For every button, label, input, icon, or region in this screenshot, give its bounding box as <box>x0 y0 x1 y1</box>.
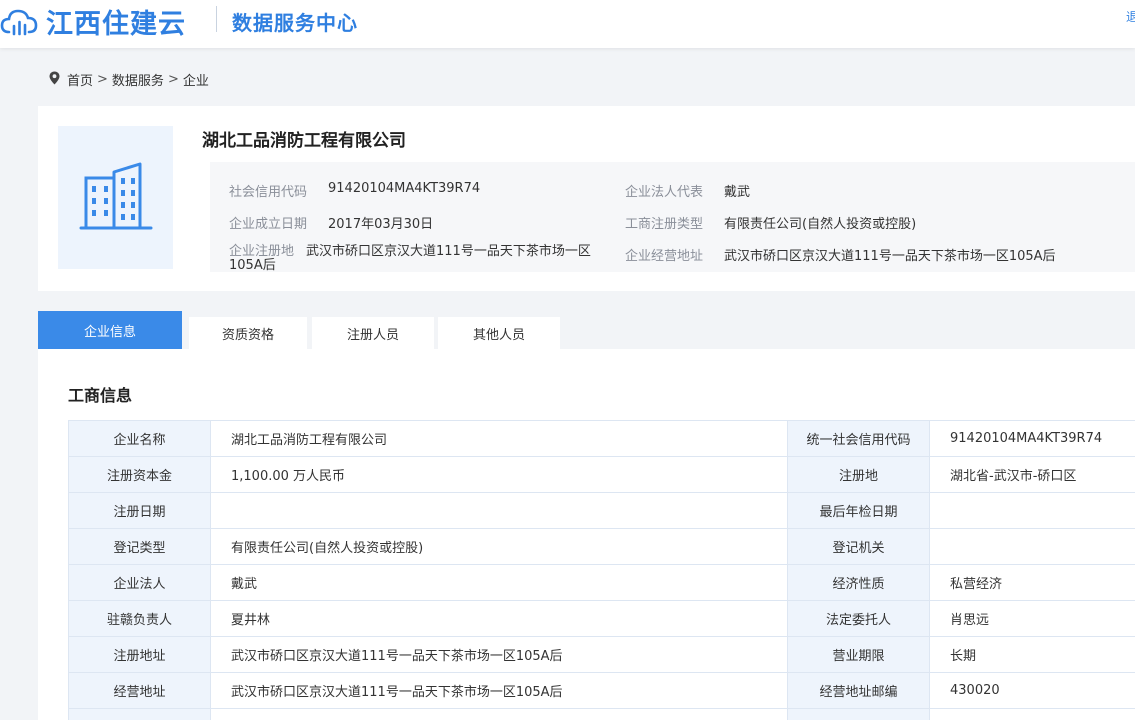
field-label: 营业期限 <box>787 636 930 673</box>
field-label: 登记类型 <box>68 528 211 565</box>
field-value <box>210 492 788 529</box>
location-pin-icon <box>49 71 60 89</box>
field-value: 1,100.00 万人民币 <box>210 456 788 493</box>
field-label <box>787 708 930 720</box>
field-label: 企业名称 <box>68 420 211 457</box>
field-label: 经营地址邮编 <box>787 672 930 709</box>
field-value: 430020 <box>929 672 1135 709</box>
breadcrumb-separator: > <box>97 72 108 87</box>
field-label: 企业法人 <box>68 564 211 601</box>
reg-type-value: 有限责任公司(自然人投资或控股) <box>724 217 917 232</box>
field-label: 注册地 <box>787 456 930 493</box>
company-summary-card: 湖北工品消防工程有限公司 社会信用代码 91420104MA4KT39R74 企… <box>38 106 1135 291</box>
field-value: 戴武 <box>210 564 788 601</box>
company-info-content: 工商信息 企业名称 湖北工品消防工程有限公司 统一社会信用代码 91420104… <box>38 349 1135 720</box>
field-value: 91420104MA4KT39R74 <box>929 420 1135 457</box>
brand-name: 江西住建云 <box>46 9 186 40</box>
breadcrumb-data-service[interactable]: 数据服务 <box>112 70 164 89</box>
reg-type-label: 工商注册类型 <box>625 217 704 232</box>
table-row: 注册日期 最后年检日期 <box>68 492 1135 529</box>
field-value: 湖北省-武汉市-硚口区 <box>929 456 1135 493</box>
field-value <box>929 492 1135 529</box>
breadcrumb-enterprise: 企业 <box>182 74 209 89</box>
field-value: 湖北工品消防工程有限公司 <box>210 420 788 457</box>
field-label: 经营地址 <box>68 672 211 709</box>
table-row: 驻赣负责人 夏井林 法定委托人 肖思远 <box>68 600 1135 637</box>
field-value: 武汉市硚口区京汉大道111号一品天下茶市场一区105A后 <box>210 672 788 709</box>
field-label: 法定委托人 <box>787 600 930 637</box>
breadcrumb: 首页 > 数据服务 > 企业 <box>49 70 209 89</box>
table-row <box>68 708 1135 720</box>
field-value: 私营经济 <box>929 564 1135 601</box>
reg-address-label: 企业注册地 <box>229 244 295 259</box>
field-label: 注册地址 <box>68 636 211 673</box>
biz-address-value: 武汉市硚口区京汉大道111号一品天下茶市场一区105A后 <box>724 249 1056 264</box>
field-value <box>210 708 788 720</box>
biz-address-label: 企业经营地址 <box>625 249 704 264</box>
field-label: 驻赣负责人 <box>68 600 211 637</box>
field-label <box>68 708 211 720</box>
reg-address: 企业注册地 武汉市硚口区京汉大道111号一品天下茶市场一区105A后 <box>229 245 621 273</box>
site-logo[interactable]: 江西住建云 <box>0 2 186 41</box>
table-row: 经营地址 武汉市硚口区京汉大道111号一品天下茶市场一区105A后 经营地址邮编… <box>68 672 1135 709</box>
credit-code-label: 社会信用代码 <box>229 185 308 200</box>
cloud-chart-icon <box>0 6 40 38</box>
field-label: 注册日期 <box>68 492 211 529</box>
business-info-table: 企业名称 湖北工品消防工程有限公司 统一社会信用代码 91420104MA4KT… <box>68 420 1135 720</box>
section-title: 工商信息 <box>68 386 133 405</box>
field-label: 最后年检日期 <box>787 492 930 529</box>
field-value: 有限责任公司(自然人投资或控股) <box>210 528 788 565</box>
top-header: 江西住建云 数据服务中心 退 <box>0 0 1135 48</box>
table-row: 企业名称 湖北工品消防工程有限公司 统一社会信用代码 91420104MA4KT… <box>68 420 1135 457</box>
company-name: 湖北工品消防工程有限公司 <box>202 131 406 151</box>
legal-rep-label: 企业法人代表 <box>625 185 704 200</box>
company-info-panel: 社会信用代码 91420104MA4KT39R74 企业法人代表 戴武 企业成立… <box>210 162 1135 273</box>
table-row: 注册资本金 1,100.00 万人民币 注册地 湖北省-武汉市-硚口区 <box>68 456 1135 493</box>
credit-code-value: 91420104MA4KT39R74 <box>328 181 481 196</box>
table-row: 登记类型 有限责任公司(自然人投资或控股) 登记机关 <box>68 528 1135 565</box>
company-icon-box <box>58 126 173 269</box>
field-value: 肖思远 <box>929 600 1135 637</box>
founded-value: 2017年03月30日 <box>328 217 434 232</box>
table-row: 注册地址 武汉市硚口区京汉大道111号一品天下茶市场一区105A后 营业期限 长… <box>68 636 1135 673</box>
breadcrumb-separator: > <box>167 72 179 87</box>
breadcrumb-home[interactable]: 首页 <box>67 70 93 89</box>
field-label: 经济性质 <box>787 564 930 601</box>
header-divider <box>216 6 217 32</box>
tab-other-staff[interactable]: 其他人员 <box>438 317 560 349</box>
field-value: 夏井林 <box>210 600 788 637</box>
tab-company-info[interactable]: 企业信息 <box>38 311 182 349</box>
field-label: 注册资本金 <box>68 456 211 493</box>
building-icon <box>78 158 154 238</box>
field-label: 登记机关 <box>787 528 930 565</box>
tab-registered-staff[interactable]: 注册人员 <box>312 317 434 349</box>
founded-label: 企业成立日期 <box>229 217 308 232</box>
logout-link[interactable]: 退 <box>1126 8 1135 25</box>
field-label: 统一社会信用代码 <box>787 420 930 457</box>
field-value: 长期 <box>929 636 1135 673</box>
tab-qualifications[interactable]: 资质资格 <box>189 317 307 349</box>
field-value <box>929 708 1135 720</box>
legal-rep-value: 戴武 <box>724 185 751 200</box>
header-subtitle: 数据服务中心 <box>232 11 358 35</box>
field-value: 武汉市硚口区京汉大道111号一品天下茶市场一区105A后 <box>210 636 788 673</box>
field-value <box>929 528 1135 565</box>
table-row: 企业法人 戴武 经济性质 私营经济 <box>68 564 1135 601</box>
